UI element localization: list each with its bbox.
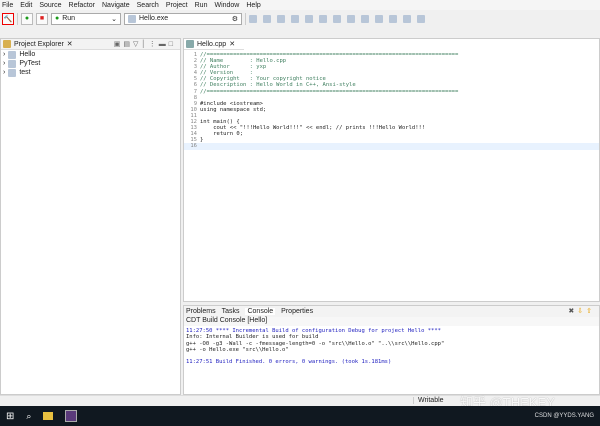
tree-item-label: Hello — [19, 51, 36, 58]
refresh-icon[interactable] — [291, 14, 299, 23]
line-number: 16 — [190, 143, 197, 150]
gear-icon: ⚙ — [231, 15, 238, 23]
toolbar: 🔨 ● ■ ● Run ⌄ Hello.exe ⚙ — [0, 10, 600, 27]
code-line: 16 — [184, 143, 599, 150]
tree-item-label: test — [19, 69, 31, 76]
save-all-icon[interactable] — [277, 14, 285, 23]
chevron-right-icon[interactable]: › — [3, 60, 5, 67]
tab-properties[interactable]: Properties — [281, 308, 313, 315]
editor-tab-hello-cpp[interactable]: Hello.cpp — [197, 41, 226, 48]
run-icon: ● — [24, 15, 30, 22]
run-icon[interactable] — [333, 14, 341, 23]
launch-button[interactable]: ● — [21, 12, 33, 25]
tab-problems[interactable]: Problems — [186, 308, 216, 315]
tab-tasks[interactable]: Tasks — [222, 308, 240, 315]
save-icon[interactable] — [263, 14, 271, 23]
external-tools-icon[interactable] — [347, 14, 355, 23]
project-icon — [8, 68, 17, 77]
bottom-panel: Problems Tasks Console Properties ✖⇩⇧ CDT B… — [183, 305, 600, 395]
menu-refactor[interactable]: Refactor — [69, 2, 95, 9]
new-icon[interactable] — [249, 14, 257, 23]
eclipse-app-icon[interactable] — [65, 410, 78, 422]
launch-mode-label: Run — [62, 15, 76, 22]
prev-annotation-icon[interactable] — [403, 14, 411, 23]
console-output[interactable]: 11:27:50 **** Incremental Build of confi… — [184, 326, 599, 368]
menu-source[interactable]: Source — [39, 2, 61, 9]
stop-button[interactable]: ■ — [36, 12, 48, 25]
close-icon[interactable]: ✕ — [229, 40, 235, 48]
csdn-watermark: CSDN @YYDS.YANG — [534, 413, 594, 419]
tab-console[interactable]: Console — [245, 308, 276, 315]
code-text: //======================================… — [200, 88, 459, 95]
console-line: 11:27:51 Build Finished. 0 errors, 0 war… — [186, 359, 392, 366]
menu-file[interactable]: File — [2, 2, 13, 9]
project-icon — [8, 59, 17, 68]
code-text: return 0; — [200, 131, 244, 138]
menu-project[interactable]: Project — [166, 2, 188, 9]
search-icon[interactable]: ⌕ — [26, 411, 31, 422]
next-annotation-icon[interactable] — [389, 14, 397, 23]
menu-search[interactable]: Search — [137, 2, 159, 9]
code-editor[interactable]: Hello.cpp ✕ 1//==========================… — [183, 38, 600, 302]
menu-bar: File Edit Source Refactor Navigate Search Proj… — [0, 0, 600, 10]
code-text: using namespace std; — [200, 106, 267, 113]
exe-icon — [128, 14, 136, 23]
menu-navigate[interactable]: Navigate — [102, 2, 130, 9]
stop-icon: ■ — [39, 15, 45, 22]
open-type-icon[interactable] — [375, 14, 383, 23]
tree-item-pytest[interactable]: › PyTest — [1, 59, 180, 68]
debug-icon[interactable] — [319, 14, 327, 23]
tree-item-label: PyTest — [19, 60, 41, 67]
launch-config-label: Hello.exe — [139, 15, 169, 22]
menu-run[interactable]: Run — [195, 2, 208, 9]
chevron-right-icon[interactable]: › — [3, 51, 5, 58]
chevron-right-icon[interactable]: › — [3, 69, 5, 76]
menu-help[interactable]: Help — [246, 2, 260, 9]
menu-edit[interactable]: Edit — [20, 2, 32, 9]
project-explorer-title: Project Explorer — [14, 40, 64, 48]
file-explorer-icon[interactable] — [43, 412, 54, 420]
close-icon[interactable]: ✕ — [67, 40, 73, 48]
menu-window[interactable]: Window — [214, 2, 239, 9]
toolbar-icons — [249, 14, 425, 23]
tree-item-test[interactable]: › test — [1, 68, 180, 77]
chevron-down-icon: ⌄ — [111, 15, 117, 23]
project-explorer: Project Explorer ✕ ▣▤▽│⋮▬□ › Hello › PyTest › t… — [0, 38, 181, 395]
view-toolbar-icons[interactable]: ▣▤▽│⋮▬□ — [114, 40, 180, 48]
search-icon[interactable] — [361, 14, 369, 23]
console-toolbar-icons[interactable]: ✖⇩⇧ — [568, 307, 595, 315]
perspective-icon[interactable] — [417, 14, 425, 23]
build-button[interactable]: 🔨 — [2, 12, 14, 25]
cpp-file-icon — [186, 40, 194, 48]
hammer-icon: 🔨 — [3, 15, 13, 23]
windows-start-icon[interactable]: ⊞ — [6, 411, 14, 422]
writable-status: Writable — [413, 397, 444, 404]
console-title: CDT Build Console [Hello] — [184, 317, 599, 326]
folder-icon — [3, 40, 11, 48]
project-icon — [8, 50, 17, 59]
code-text: } — [200, 137, 204, 144]
build-config-icon[interactable] — [305, 14, 313, 23]
launch-mode-select[interactable]: ● Run ⌄ — [51, 12, 121, 25]
launch-config-select[interactable]: Hello.exe ⚙ — [124, 12, 242, 25]
run-icon: ● — [55, 15, 60, 22]
taskbar: ⊞ ⌕ CSDN @YYDS.YANG — [0, 406, 600, 426]
tree-item-hello[interactable]: › Hello — [1, 50, 180, 59]
